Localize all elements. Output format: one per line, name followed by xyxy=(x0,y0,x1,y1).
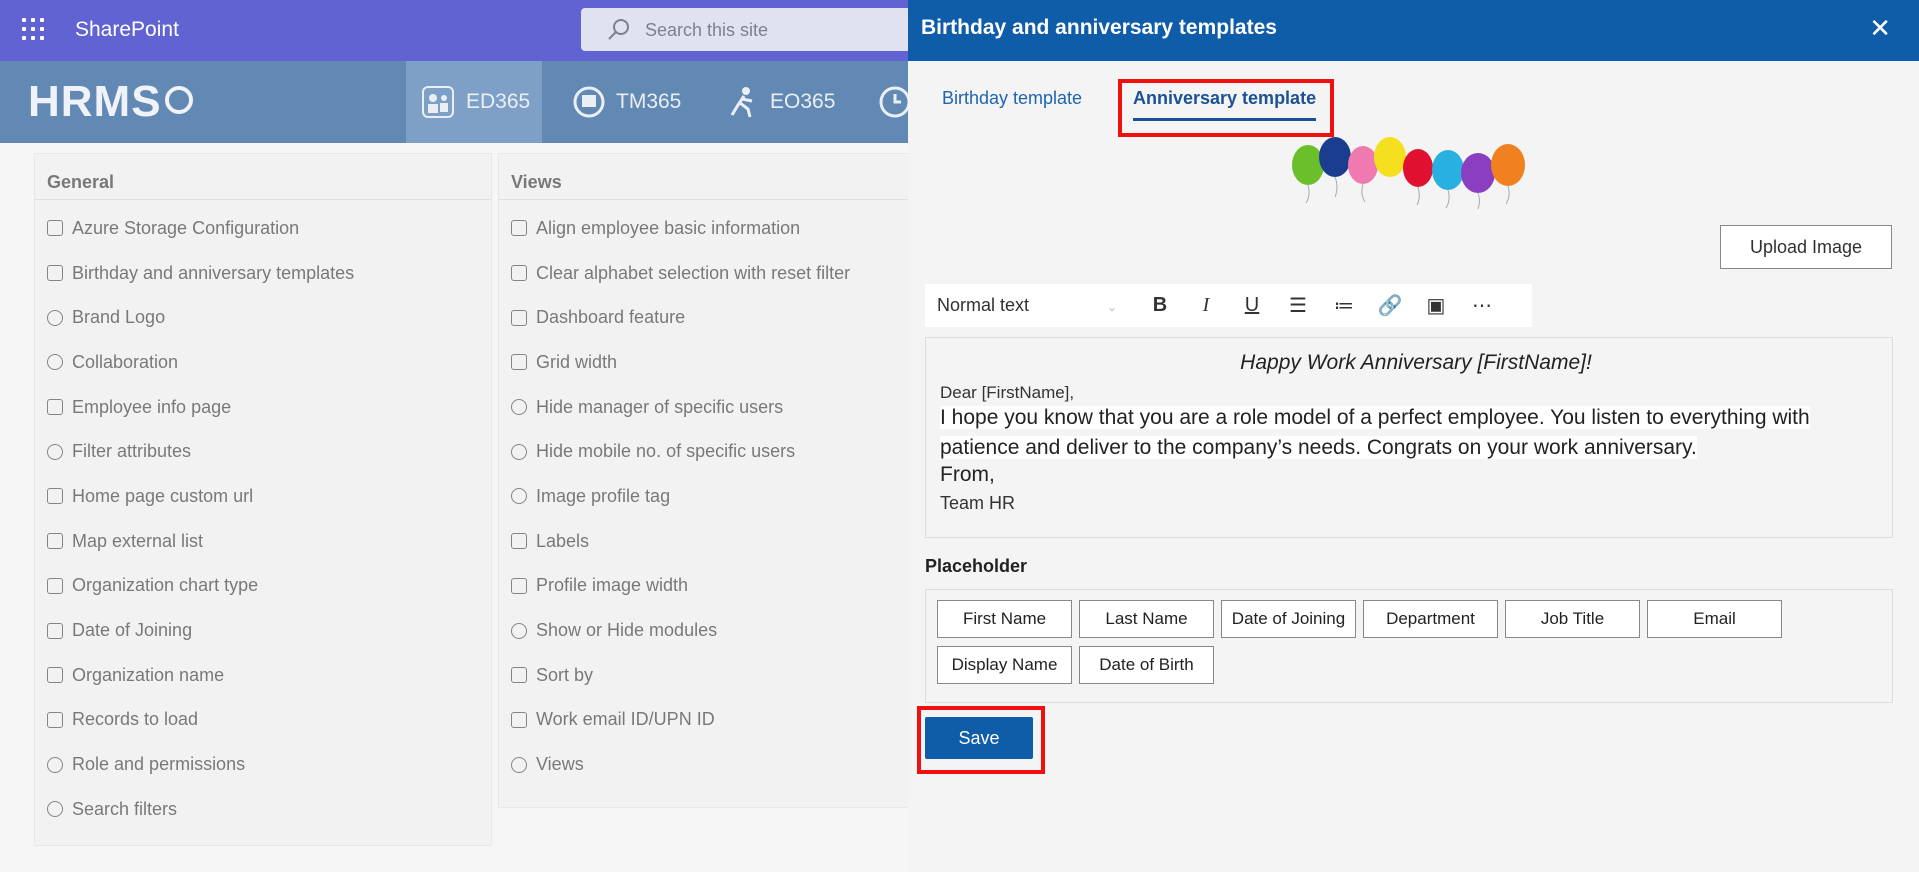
placeholder-department[interactable]: Department xyxy=(1363,600,1498,638)
template-greeting: Dear [FirstName], xyxy=(940,383,1075,402)
template-heading: Happy Work Anniversary [FirstName]! xyxy=(1240,351,1592,374)
placeholder-label: Placeholder xyxy=(925,556,1028,576)
placeholder-last-name[interactable]: Last Name xyxy=(1079,600,1214,638)
placeholder-display-name[interactable]: Display Name xyxy=(937,646,1072,684)
highlight-box xyxy=(917,706,1045,774)
format-dropdown[interactable]: Normal text ⌄ xyxy=(937,295,1137,316)
template-editor[interactable]: Happy Work Anniversary [FirstName]! Dear… xyxy=(925,337,1893,538)
panel-title: Birthday and anniversary templates xyxy=(921,16,1277,39)
highlight-box xyxy=(1118,79,1334,137)
balloons-image xyxy=(1292,137,1525,210)
placeholder-date-of-joining[interactable]: Date of Joining xyxy=(1221,600,1356,638)
template-body: I hope you know that you are a role mode… xyxy=(940,406,1810,459)
image-icon[interactable]: ▣ xyxy=(1413,293,1459,318)
bold-icon[interactable]: B xyxy=(1137,294,1183,317)
close-icon[interactable]: ✕ xyxy=(1869,15,1891,41)
placeholder-job-title[interactable]: Job Title xyxy=(1505,600,1640,638)
list-icon[interactable]: ≔ xyxy=(1321,293,1367,318)
panel-header: Birthday and anniversary templates ✕ xyxy=(908,0,1919,61)
editor-toolbar: Normal text ⌄ B I U ☰ ≔ 🔗 ▣ ⋯ xyxy=(925,284,1532,327)
upload-image-button[interactable]: Upload Image xyxy=(1720,225,1892,269)
template-team: Team HR xyxy=(940,493,1016,513)
placeholder-email[interactable]: Email xyxy=(1647,600,1782,638)
placeholder-first-name[interactable]: First Name xyxy=(937,600,1072,638)
tab-birthday[interactable]: Birthday template xyxy=(942,88,1082,109)
link-icon[interactable]: 🔗 xyxy=(1367,293,1413,318)
placeholder-date-of-birth[interactable]: Date of Birth xyxy=(1079,646,1214,684)
underline-icon[interactable]: U xyxy=(1229,294,1275,317)
more-icon[interactable]: ⋯ xyxy=(1459,293,1505,318)
template-from: From, xyxy=(940,463,995,486)
modal-overlay[interactable] xyxy=(0,0,908,872)
italic-icon[interactable]: I xyxy=(1183,294,1229,317)
align-icon[interactable]: ☰ xyxy=(1275,293,1321,318)
